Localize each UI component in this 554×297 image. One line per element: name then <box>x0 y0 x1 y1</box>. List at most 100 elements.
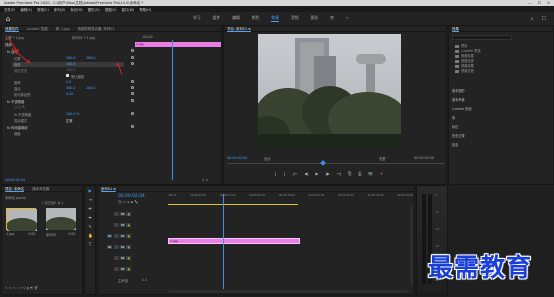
ripple-edit-tool-icon[interactable]: ⇼ <box>88 207 92 211</box>
reset-position-icon[interactable] <box>131 56 134 59</box>
anchor-x-value[interactable]: 360.0 <box>66 86 75 90</box>
menu-clip[interactable]: 剪辑(C) <box>37 7 49 12</box>
step-forward-button[interactable]: |▶ <box>325 171 329 177</box>
effects-item-video-tr[interactable]: 视频过渡 <box>461 69 474 73</box>
tab-project[interactable]: 项目: 未命名 <box>5 186 25 192</box>
slip-tool-icon[interactable]: ⬌ <box>88 216 92 220</box>
opacity-value[interactable]: 100.0 % <box>66 112 80 116</box>
extract-button[interactable]: ⎙ <box>358 171 361 177</box>
reset-motion-icon[interactable] <box>131 49 134 52</box>
tab-lumetri-scopes[interactable]: Lumetri 范围 <box>27 26 48 31</box>
timeline-tools[interactable]: ⛓ ⊕ ◈ ◆ 🔧 <box>118 200 138 204</box>
mask-tools-icon[interactable]: ○ □ ✎ <box>14 105 25 109</box>
position-y-value[interactable]: 288.0 <box>86 56 95 60</box>
reset-time-remap-icon[interactable] <box>131 125 134 128</box>
ec-playhead[interactable] <box>172 40 173 180</box>
menu-help[interactable]: 帮助(H) <box>139 7 151 12</box>
tab-audio-mixer[interactable]: 音频剪辑混合器: 序列01 <box>78 26 115 31</box>
reset-anchor-icon[interactable] <box>131 86 134 89</box>
track-v2-toggle[interactable]: ⊡ <box>114 223 119 227</box>
hand-tool-icon[interactable]: ✋ <box>88 234 93 238</box>
track-a2-lock[interactable]: 🔒 <box>126 256 131 260</box>
section-essential-sound[interactable]: 基本声音 <box>452 97 465 102</box>
track-a3-toggle[interactable]: ⊡ <box>114 267 119 271</box>
track-v2-label[interactable]: V2 <box>120 223 125 227</box>
pen-tool-icon[interactable]: ✎ <box>88 225 92 229</box>
rotation-value[interactable]: 0.0 <box>66 80 71 84</box>
menu-file[interactable]: 文件(F) <box>4 7 15 12</box>
tab-source[interactable]: 源: 1.jpg <box>55 26 69 31</box>
effects-title[interactable]: 效果 <box>452 26 459 32</box>
tab-media-browser[interactable]: 媒体浏览器 <box>32 186 49 191</box>
go-to-out-button[interactable]: →| <box>337 171 341 177</box>
track-a1-toggle[interactable]: ⊡ <box>114 245 119 249</box>
fx-opacity-label[interactable]: fx 不透明度 <box>7 99 24 104</box>
timeline-tab[interactable]: 序列01 ≡ <box>101 186 117 192</box>
timeline-h-scrollbar[interactable] <box>168 290 408 293</box>
track-a1-lock[interactable]: 🔒 <box>126 245 131 249</box>
program-timecode[interactable]: 00:00:02:04 <box>227 156 247 160</box>
search-icon[interactable]: ⌕ <box>531 16 534 22</box>
fx-time-remap-label[interactable]: fx 时间重映射 <box>7 125 28 130</box>
maximize-button[interactable]: ☐ <box>538 1 541 5</box>
section-essential-graphics[interactable]: 基本图形 <box>452 88 465 93</box>
ec-bottom-timecode[interactable]: 00:00:02:04 <box>5 178 25 182</box>
workspace-assembly[interactable]: 组件 <box>213 15 221 22</box>
section-markers[interactable]: 标记 <box>452 124 458 129</box>
program-video-frame[interactable] <box>246 34 408 152</box>
track-v2-lock[interactable]: 🔒 <box>126 223 131 227</box>
track-a2-label[interactable]: A2 <box>120 256 125 260</box>
workspace-audio[interactable]: 音频 <box>291 15 299 22</box>
track-select-tool-icon[interactable]: ⇥ <box>88 198 92 202</box>
timeline-playhead[interactable] <box>223 194 224 289</box>
play-button[interactable]: ▶ <box>316 171 319 177</box>
section-info[interactable]: 信息 <box>452 142 458 147</box>
source-v1-patch[interactable]: V1 <box>107 234 112 238</box>
reset-opacity-value-icon[interactable] <box>131 112 134 115</box>
track-v1-label[interactable]: V1 <box>120 234 125 238</box>
menu-edit[interactable]: 编辑(E) <box>20 7 32 12</box>
type-tool-icon[interactable]: T <box>88 243 92 247</box>
quality-select[interactable]: 完整 <box>379 156 386 161</box>
blend-mode-select[interactable]: 正常 <box>66 118 73 123</box>
menu-window[interactable]: 窗口(W) <box>122 7 135 12</box>
mark-out-button[interactable]: } <box>283 171 285 177</box>
button-editor-button[interactable]: + <box>380 171 383 177</box>
track-v1-toggle[interactable]: ⊡ <box>114 234 119 238</box>
menu-marker[interactable]: 标记(M) <box>70 7 82 12</box>
go-to-in-button[interactable]: |← <box>293 171 297 177</box>
anchor-y-value[interactable]: 288.0 <box>86 86 95 90</box>
project-thumb-2[interactable] <box>45 208 77 233</box>
lift-button[interactable]: ⎘ <box>348 171 351 177</box>
selection-tool-icon[interactable]: ▶ <box>88 189 92 193</box>
anti-flicker-value[interactable]: 0.00 <box>66 92 73 96</box>
reset-rotation-icon[interactable] <box>131 80 134 83</box>
track-a2-toggle[interactable]: ⊡ <box>114 256 119 260</box>
workspace-libraries[interactable]: 库 <box>330 15 334 22</box>
close-button[interactable]: ✕ <box>547 1 550 5</box>
ec-mini-clip[interactable]: 1.jpg <box>135 42 221 47</box>
timeline-scrollbar[interactable] <box>410 206 413 286</box>
workspace-color[interactable]: 颜色 <box>252 15 260 22</box>
project-thumb-1[interactable] <box>6 208 38 234</box>
reset-flicker-icon[interactable] <box>131 92 134 95</box>
export-frame-icon[interactable]: 📷 <box>368 171 373 177</box>
workspace-graphics[interactable]: 图形 <box>311 15 319 22</box>
track-a3-lock[interactable]: 🔒 <box>126 267 131 271</box>
menu-view[interactable]: 视图(V) <box>105 7 117 12</box>
workspace-learn[interactable]: 学习 <box>193 15 201 22</box>
section-history[interactable]: 历史记录 <box>452 133 465 138</box>
sequence-clip-label[interactable]: 序列01 * 1.jpg <box>72 35 95 40</box>
section-libraries[interactable]: 库 <box>452 115 455 120</box>
menu-graphics[interactable]: 图形(G) <box>88 7 100 12</box>
timeline-timecode[interactable]: 00:00:02:04 <box>118 194 145 199</box>
program-title[interactable]: 节目: 序列01 ≡ <box>227 26 252 32</box>
workspace-effects[interactable]: 效果 <box>271 15 279 22</box>
track-v3-label[interactable]: V3 <box>120 212 125 216</box>
program-scrub-bar[interactable] <box>227 163 445 164</box>
uniform-scale-checkbox[interactable] <box>66 74 69 77</box>
track-a3-label[interactable]: A3 <box>120 267 125 271</box>
reset-opacity-icon[interactable] <box>131 99 134 102</box>
zoom-select[interactable]: 适合 <box>264 156 271 161</box>
timeline-clip-v1[interactable]: 1.jpg <box>168 238 300 244</box>
